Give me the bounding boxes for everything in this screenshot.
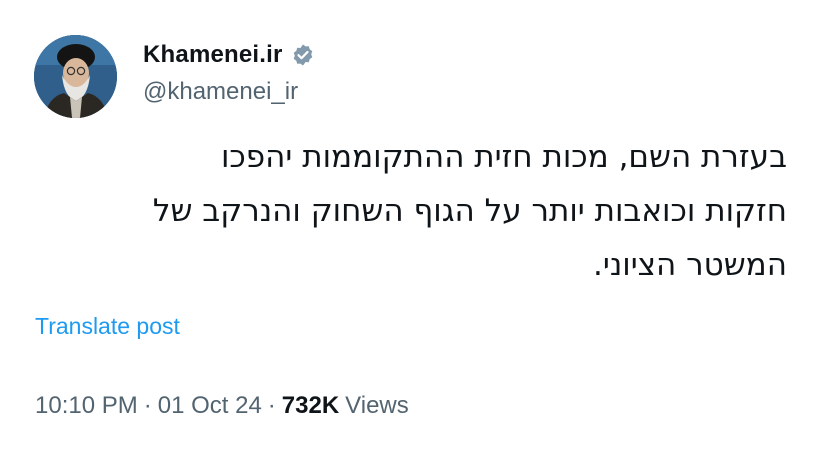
meta-separator: ·	[267, 392, 276, 419]
author-handle[interactable]: @khamenei_ir	[143, 78, 298, 106]
tweet-line: חזקות וכואבות יותר על הגוף השחוק והנרקב …	[152, 193, 787, 229]
translate-post-link[interactable]: Translate post	[35, 313, 180, 340]
verified-badge-icon[interactable]	[291, 43, 315, 67]
tweet-body: בעזרת השם, מכות חזית ההתקוממות יהפכו חזק…	[27, 130, 787, 292]
tweet-line: בעזרת השם, מכות חזית ההתקוממות יהפכו	[220, 139, 787, 175]
tweet-line: המשטר הציוני.	[593, 247, 787, 283]
views-label: Views	[345, 392, 409, 419]
tweet-date[interactable]: 01 Oct 24	[158, 392, 262, 420]
author-name-row: Khamenei.ir	[143, 40, 315, 70]
portrait-icon	[34, 35, 117, 118]
tweet-meta: 10:10 PM · 01 Oct 24 · 732K Views	[35, 392, 409, 420]
tweet-card: Khamenei.ir @khamenei_ir בעזרת השם, מכות…	[0, 0, 827, 464]
author-display-name[interactable]: Khamenei.ir	[143, 41, 283, 69]
views-count[interactable]: 732K	[282, 392, 339, 420]
meta-separator: ·	[143, 392, 152, 419]
tweet-time[interactable]: 10:10 PM	[35, 392, 138, 420]
author-avatar[interactable]	[34, 35, 117, 118]
